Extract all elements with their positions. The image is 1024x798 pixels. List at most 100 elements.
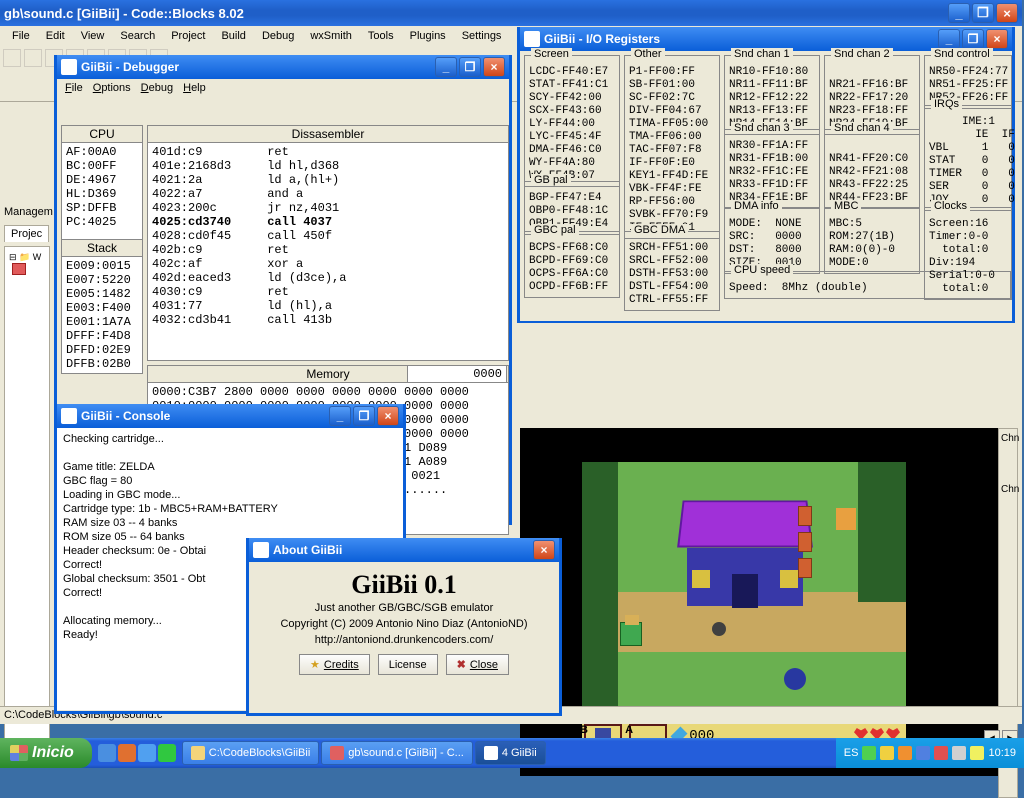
menu-edit[interactable]: Edit [40,28,71,44]
ide-titlebar[interactable]: gb\sound.c [GiiBii] - Code::Blocks 8.02 … [0,0,1022,26]
io-group-snd4: Snd chan 4 NR41-FF20:C0NR42-FF21:08NR43-… [824,129,920,209]
close-icon: ✖ [457,658,466,671]
close-button[interactable]: × [996,3,1018,23]
ql-msn-icon[interactable] [138,744,156,762]
minimize-button[interactable]: _ [948,3,970,23]
game-npc [836,508,856,530]
tray-icon[interactable] [952,746,966,760]
menu-options[interactable]: Options [93,82,131,96]
cpu-header: CPU [61,125,143,143]
menu-view[interactable]: View [75,28,111,44]
menu-file[interactable]: File [65,82,83,96]
tray-icon[interactable] [934,746,948,760]
io-group-values: BCPS-FF68:C0BCPD-FF69:C0OCPS-FF6A:C0OCPD… [529,242,615,294]
ql-ie-icon[interactable] [98,744,116,762]
task-label: 4 GiiBii [502,747,537,759]
about-titlebar[interactable]: About GiiBii × [249,538,559,562]
io-group-title: GBC DMA [631,224,688,236]
maximize-button[interactable]: ❐ [972,3,994,23]
task-icon [191,746,205,760]
ql-utorrent-icon[interactable] [158,744,176,762]
tray-volume-icon[interactable] [970,746,984,760]
io-group-values: Screen:16Timer:0-0 total:0Div:194Serial:… [929,218,1007,296]
maximize-button[interactable]: ❐ [459,57,481,77]
minimize-button[interactable]: _ [938,29,960,49]
windows-icon [10,745,28,761]
console-titlebar[interactable]: GiiBii - Console _ ❐ × [57,404,403,428]
about-body: GiiBii 0.1 Just another GB/GBC/SGB emula… [249,562,559,712]
menu-debug[interactable]: Debug [141,82,173,96]
management-label: Managem [4,206,53,218]
minimize-button[interactable]: _ [329,406,351,426]
project-tree[interactable]: ⊟ 📁 W [4,246,50,746]
menu-settings[interactable]: Settings [456,28,508,44]
tray-icon[interactable] [862,746,876,760]
credits-button[interactable]: ★Credits [299,654,370,675]
io-group-other: OtherP1-FF00:FFSB-FF01:00SC-FF02:7CDIV-F… [624,55,720,239]
io-group-values: MBC:5ROM:27(1B)RAM:0(0)-0MODE:0 [829,218,915,270]
game-object [784,668,806,690]
close-dialog-button[interactable]: ✖Close [446,654,509,675]
minimize-button[interactable]: _ [435,57,457,77]
tray-icon[interactable] [916,746,930,760]
io-group-title: MBC [831,200,861,212]
io-group-title: Snd chan 2 [831,48,893,60]
game-house [680,498,810,608]
projects-tab[interactable]: Projec [4,225,49,242]
io-group-title: DMA info [731,200,782,212]
io-group-values: NR41-FF20:C0NR42-FF21:08NR43-FF22:25NR44… [829,140,915,205]
start-label: Inicio [32,744,74,762]
io-body: ScreenLCDC-FF40:E7STAT-FF41:C1SCY-FF42:0… [520,51,1012,321]
menu-plugins[interactable]: Plugins [404,28,452,44]
disassembly-listing[interactable]: 401d:c9 ret 401e:2168d3 ld hl,d3684021:2… [147,143,509,361]
io-group-title: GBC pal [531,224,579,236]
io-group-values: SRCH-FF51:00SRCL-FF52:00DSTH-FF53:00DSTL… [629,242,715,307]
task-button[interactable]: 4 GiiBii [475,741,546,765]
menu-project[interactable]: Project [165,28,211,44]
memory-address-input[interactable]: 0000 [407,365,507,383]
tray-icon[interactable] [880,746,894,760]
tray-icon[interactable] [898,746,912,760]
license-button[interactable]: License [378,654,438,675]
menu-help[interactable]: Help [183,82,206,96]
close-button[interactable]: × [533,540,555,560]
toolbar-button[interactable] [24,49,42,67]
menu-debug[interactable]: Debug [256,28,300,44]
io-group-title: CPU speed [731,264,793,276]
game-posts [798,506,814,576]
ql-firefox-icon[interactable] [118,744,136,762]
game-player [620,622,642,646]
about-dialog: About GiiBii × GiiBii 0.1 Just another G… [246,538,562,716]
maximize-button[interactable]: ❐ [962,29,984,49]
io-title: GiiBii - I/O Registers [544,32,660,46]
menu-file[interactable]: File [6,28,36,44]
language-indicator[interactable]: ES [844,747,859,759]
app-icon [61,408,77,424]
io-group-title: Snd control [931,48,993,60]
debugger-titlebar[interactable]: GiiBii - Debugger _ ❐ × [57,55,509,79]
disassembler-panel: Dissasembler 401d:c9 ret 401e:2168d3 ld … [147,125,509,361]
io-group-title: GB pal [531,174,571,186]
debugger-menubar: File Options Debug Help [57,79,509,99]
task-buttons: C:\CodeBlocks\GiiBii gb\sound.c [GiiBii] … [182,741,548,765]
menu-build[interactable]: Build [215,28,251,44]
toolbar-button[interactable] [3,49,21,67]
task-button[interactable]: C:\CodeBlocks\GiiBii [182,741,319,765]
clock[interactable]: 10:19 [988,747,1016,759]
menu-search[interactable]: Search [114,28,161,44]
about-copyright: Copyright (C) 2009 Antonio Nino Diaz (An… [257,618,551,630]
stack-panel: Stack E009:0015E007:5220E005:1482E003:F4… [61,239,143,374]
close-button[interactable]: × [483,57,505,77]
console-title: GiiBii - Console [81,409,170,423]
close-button[interactable]: × [986,29,1008,49]
io-group-screen: ScreenLCDC-FF40:E7STAT-FF41:C1SCY-FF42:0… [524,55,620,187]
close-button[interactable]: × [377,406,399,426]
task-button[interactable]: gb\sound.c [GiiBii] - C... [321,741,473,765]
task-label: gb\sound.c [GiiBii] - C... [348,747,464,759]
io-group-mbc: MBCMBC:5ROM:27(1B)RAM:0(0)-0MODE:0 [824,207,920,274]
menu-tools[interactable]: Tools [362,28,400,44]
menu-wxsmith[interactable]: wxSmith [304,28,358,44]
start-button[interactable]: Inicio [0,738,92,768]
io-group-values: P1-FF00:FFSB-FF01:00SC-FF02:7CDIV-FF04:6… [629,66,715,235]
maximize-button[interactable]: ❐ [353,406,375,426]
